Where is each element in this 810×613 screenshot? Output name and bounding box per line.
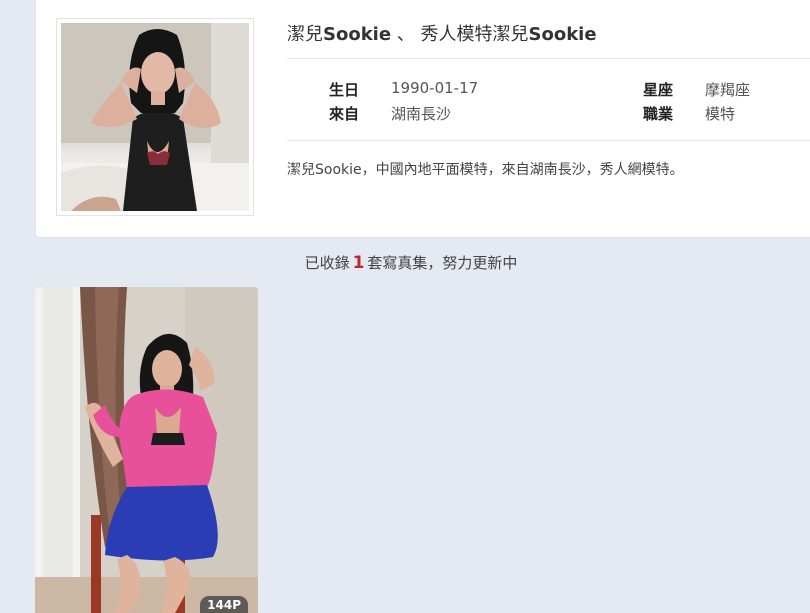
album-count-number: 1 (352, 253, 365, 273)
model-name-bold: Sookie (323, 24, 392, 45)
album-count-summary: 已收錄 1 套寫真集，努力更新中 (0, 252, 810, 273)
album-card[interactable]: 144P (35, 287, 258, 613)
job-value: 模特 (705, 105, 736, 123)
page-count-badge: 144P (200, 596, 248, 613)
origin-label: 來自 (329, 105, 360, 123)
album-count-prefix: 已收錄 (304, 254, 350, 272)
model-bio: 潔兒Sookie，中國內地平面模特，來自湖南長沙，秀人網模特。 (287, 162, 684, 178)
attributes-divider (287, 140, 810, 141)
model-alias-prefix: 秀人模特潔兒 (420, 24, 529, 45)
album-cover-photo (35, 287, 258, 613)
birthday-value: 1990-01-17 (391, 79, 479, 97)
avatar-photo-illustration (61, 23, 249, 211)
model-alias-bold: Sookie (528, 24, 597, 45)
model-title: 潔兒Sookie 、 秀人模特潔兒Sookie (287, 20, 597, 46)
model-avatar-photo (61, 23, 249, 211)
zodiac-value: 摩羯座 (705, 81, 751, 99)
title-separator: 、 (391, 24, 421, 45)
album-count-suffix: 套寫真集，努力更新中 (367, 254, 518, 272)
model-avatar[interactable] (56, 18, 254, 216)
title-divider (287, 58, 810, 59)
model-profile-card: 潔兒Sookie 、 秀人模特潔兒Sookie 生日 1990-01-17 來自… (35, 0, 810, 238)
zodiac-label: 星座 (643, 81, 674, 99)
origin-value: 湖南長沙 (391, 105, 452, 123)
model-name-prefix: 潔兒 (287, 24, 323, 45)
birthday-label: 生日 (329, 81, 360, 99)
job-label: 職業 (643, 105, 674, 123)
